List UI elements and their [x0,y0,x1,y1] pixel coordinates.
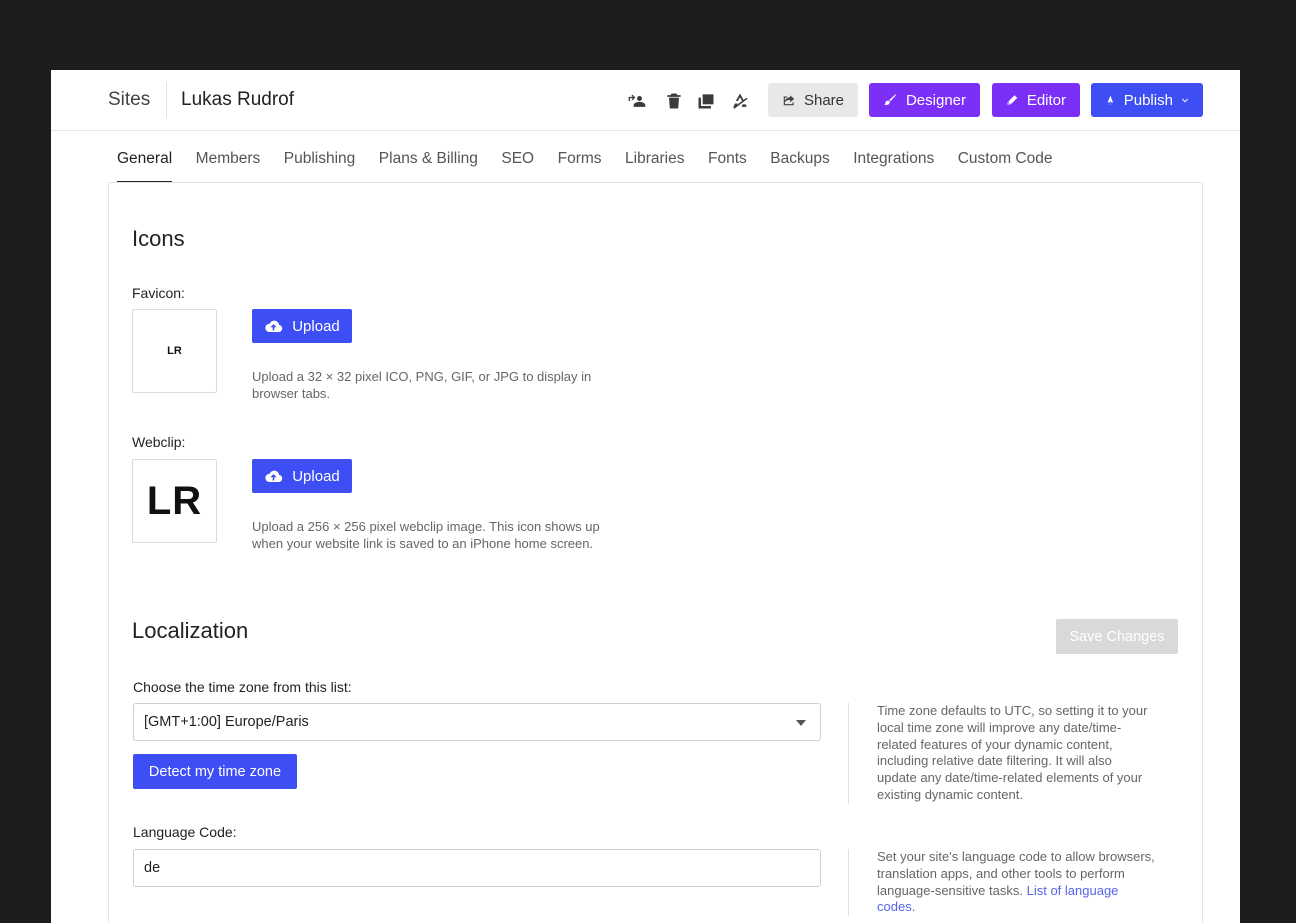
webclip-label: Webclip: [132,434,186,450]
favicon-preview: LR [132,309,217,393]
transfer-site-icon[interactable] [626,90,648,112]
favicon-upload-label: Upload [292,317,340,335]
duplicate-icon[interactable] [695,90,717,112]
webclip-upload-button[interactable]: Upload [252,459,352,493]
webclip-help-line: Upload a 256 × 256 pixel webclip image. … [252,519,600,534]
timezone-help: Time zone defaults to UTC, so setting it… [848,703,1178,804]
sites-link[interactable]: Sites [108,89,150,111]
share-icon [783,95,795,106]
language-help-line: translation apps, and other tools to per… [877,865,1125,881]
tab-seo[interactable]: SEO [501,150,534,183]
timezone-selected-value: [GMT+1:00] Europe/Paris [144,714,309,730]
tab-custom-code[interactable]: Custom Code [958,150,1053,183]
pencil-icon [1007,95,1018,105]
favicon-label: Favicon: [132,285,185,301]
favicon-help: Upload a 32 × 32 pixel ICO, PNG, GIF, or… [252,369,591,402]
timezone-help-line: existing dynamic content. [877,786,1023,802]
language-code-input[interactable] [133,849,821,887]
tab-publishing[interactable]: Publishing [284,150,356,183]
webclip-preview: LR [132,459,217,543]
webclip-help-line: when your website link is saved to an iP… [252,535,594,551]
language-codes-link[interactable]: List of language [1027,883,1119,898]
favicon-help-line: Upload a 32 × 32 pixel ICO, PNG, GIF, or… [252,369,592,384]
site-settings-window: Sites Lukas Rudrof Share Designer Editor [51,70,1240,923]
top-bar: Sites Lukas Rudrof Share Designer Editor [51,70,1240,131]
tab-plans-billing[interactable]: Plans & Billing [379,150,478,183]
rocket-icon [1107,95,1114,105]
language-codes-link-cont[interactable]: codes [877,899,912,914]
publish-label: Publish [1123,91,1173,109]
language-code-label: Language Code: [133,824,237,840]
language-help: Set your site's language code to allow b… [848,849,1178,917]
tab-forms[interactable]: Forms [558,150,602,183]
save-changes-button[interactable]: Save Changes [1056,619,1178,654]
language-help-line: Set your site's language code to allow b… [877,849,1155,864]
share-button[interactable]: Share [768,83,858,117]
tab-general[interactable]: General [117,150,173,183]
tab-libraries[interactable]: Libraries [625,150,684,183]
webclip-help: Upload a 256 × 256 pixel webclip image. … [252,519,600,552]
language-help-line: codes. [877,899,1178,916]
designer-button[interactable]: Designer [869,83,980,117]
general-settings-panel: Icons Favicon: LR Upload Upload a 32 × 3… [108,182,1203,923]
unpublish-icon[interactable] [729,90,751,112]
publish-button[interactable]: Publish [1091,83,1203,117]
favicon-help-line: browser tabs. [252,385,331,401]
cloud-upload-icon [265,470,283,482]
cloud-upload-icon [265,320,283,332]
language-help-line: language-sensitive tasks. List of langua… [877,883,1178,900]
brush-icon [884,94,897,105]
editor-button[interactable]: Editor [992,83,1080,117]
share-label: Share [803,91,844,109]
timezone-select[interactable]: [GMT+1:00] Europe/Paris [133,703,821,741]
timezone-help-line: including relative date filtering. It wi… [877,753,1112,769]
designer-label: Designer [905,91,966,109]
icons-section-title: Icons [132,226,185,251]
settings-tabs: General Members Publishing Plans & Billi… [117,150,1076,183]
tab-members[interactable]: Members [196,150,261,183]
webclip-upload-label: Upload [292,467,340,485]
chevron-down-icon [1181,98,1188,103]
header-divider [166,82,167,118]
timezone-help-line: local time zone will improve any date/ti… [877,719,1122,735]
timezone-help-line: related features of your dynamic content… [877,736,1113,752]
trash-icon[interactable] [663,90,685,112]
site-name: Lukas Rudrof [181,89,295,110]
localization-section-title: Localization [132,618,249,643]
timezone-label: Choose the time zone from this list: [133,679,352,695]
language-help-end: . [911,899,916,915]
tab-backups[interactable]: Backups [770,150,829,183]
tab-fonts[interactable]: Fonts [708,150,747,183]
editor-label: Editor [1026,91,1066,109]
timezone-help-line: update any date/time-related elements of… [877,770,1143,786]
language-help-text: language-sensitive tasks. [877,882,1023,898]
timezone-help-line: Time zone defaults to UTC, so setting it… [877,703,1148,718]
detect-timezone-button[interactable]: Detect my time zone [133,754,297,789]
caret-down-icon [796,720,806,726]
tab-integrations[interactable]: Integrations [853,150,934,183]
favicon-upload-button[interactable]: Upload [252,309,352,343]
